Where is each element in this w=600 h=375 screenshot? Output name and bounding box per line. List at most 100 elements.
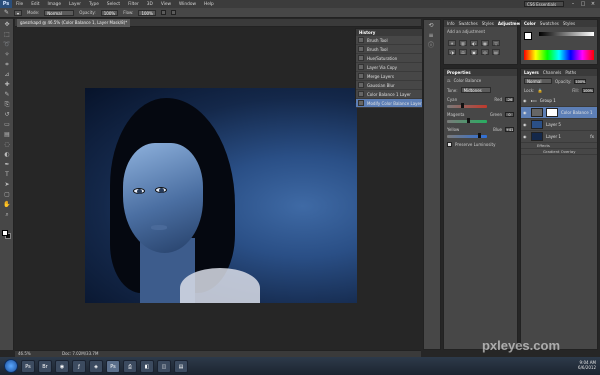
menu-select[interactable]: Select — [103, 2, 124, 7]
taskbar-app-button[interactable]: ⎙ — [123, 359, 137, 373]
history-item[interactable]: Merge Layers — [356, 72, 422, 81]
blur-tool-icon[interactable]: ◌ — [2, 140, 12, 149]
airbrush-toggle[interactable] — [160, 10, 166, 15]
start-button[interactable] — [4, 359, 18, 373]
tab-channels[interactable]: Channels — [543, 69, 562, 76]
history-item[interactable]: Brush Tool — [356, 36, 422, 45]
tab-styles[interactable]: Styles — [482, 20, 494, 27]
taskbar-clock[interactable]: 9:04 AM 6/6/2012 — [578, 360, 596, 370]
menu-filter[interactable]: Filter — [124, 2, 143, 7]
maximize-icon[interactable]: □ — [578, 1, 588, 7]
taskbar-app-button[interactable]: ◧ — [140, 359, 154, 373]
layer-opacity-field[interactable]: 100% — [574, 78, 587, 84]
type-tool-icon[interactable]: T — [2, 170, 12, 179]
gradient-overlay-row[interactable]: Gradient Overlay — [521, 149, 597, 155]
menu-edit[interactable]: Edit — [27, 2, 43, 7]
layer-mask-thumb[interactable] — [546, 108, 558, 117]
brightness-icon[interactable]: ☀ — [448, 40, 456, 46]
photo-filter-icon[interactable]: ◎ — [481, 49, 489, 55]
history-item[interactable]: Hue/Saturation — [356, 54, 422, 63]
slider-thumb[interactable] — [467, 118, 470, 123]
move-tool-icon[interactable]: ✥ — [2, 20, 12, 29]
lock-icon[interactable]: 🔒 — [537, 88, 542, 93]
dodge-tool-icon[interactable]: ◐ — [2, 150, 12, 159]
foreground-color-swatch[interactable] — [2, 230, 8, 236]
lasso-tool-icon[interactable]: ➰ — [2, 40, 12, 49]
crop-tool-icon[interactable]: ⌗ — [2, 60, 12, 69]
magenta-green-slider[interactable] — [447, 118, 487, 123]
taskbar-app-button[interactable]: ◈ — [89, 359, 103, 373]
brush-tool-icon[interactable]: ✎ — [4, 9, 9, 16]
vibrance-icon[interactable]: ▽ — [492, 40, 500, 46]
tone-select[interactable]: Midtones — [460, 87, 491, 93]
healing-tool-icon[interactable]: ✚ — [2, 80, 12, 89]
visibility-eye-icon[interactable]: ◉ — [523, 110, 528, 115]
tab-swatches[interactable]: Swatches — [459, 20, 478, 27]
brush-size-picker[interactable]: ▾ — [14, 9, 23, 16]
taskbar-photoshop-button[interactable]: Ps — [21, 359, 35, 373]
yellow-blue-slider[interactable] — [447, 133, 487, 138]
hand-tool-icon[interactable]: ✋ — [2, 200, 12, 209]
eyedropper-tool-icon[interactable]: ⊿ — [2, 70, 12, 79]
fill-field[interactable]: 100% — [582, 88, 594, 93]
color-ramp-gray[interactable] — [539, 32, 594, 36]
document-tab[interactable]: gaezrkapd @ 46.5% (Color Balance 1, Laye… — [17, 19, 131, 27]
black-white-icon[interactable]: ▣ — [470, 49, 478, 55]
menu-view[interactable]: View — [157, 2, 175, 7]
levels-icon[interactable]: ▥ — [459, 40, 467, 46]
menu-layer[interactable]: Layer — [65, 2, 85, 7]
history-item[interactable]: Color Balance 1 Layer — [356, 90, 422, 99]
shape-tool-icon[interactable]: ▢ — [2, 190, 12, 199]
tab-info[interactable]: Info — [447, 20, 455, 27]
brush-tool-icon[interactable]: ✎ — [2, 90, 12, 99]
taskbar-app-button[interactable]: ◫ — [157, 359, 171, 373]
tab-layers[interactable]: Layers — [524, 69, 539, 76]
tab-styles[interactable]: Styles — [563, 20, 575, 27]
slider-value-field[interactable]: +41 — [505, 127, 514, 132]
fx-icon[interactable]: fx — [590, 134, 594, 139]
marquee-tool-icon[interactable]: ⬚ — [2, 30, 12, 39]
tab-color[interactable]: Color — [524, 20, 536, 27]
minimize-icon[interactable]: – — [568, 1, 578, 7]
tab-properties[interactable]: Properties — [447, 69, 471, 76]
properties-panel-icon[interactable]: ≡ — [426, 31, 436, 40]
pressure-toggle[interactable] — [170, 10, 176, 15]
document-image[interactable] — [85, 88, 357, 303]
mode-select[interactable]: Normal — [44, 9, 75, 16]
color-balance-icon[interactable]: ⚖ — [459, 49, 467, 55]
preserve-luminosity-checkbox[interactable] — [447, 142, 452, 147]
canvas-area[interactable]: History Brush Tool Brush Tool Hue/Satura… — [15, 28, 423, 350]
cyan-red-slider[interactable] — [447, 103, 487, 108]
workspace-switcher[interactable]: CS6 Essentials — [524, 1, 564, 7]
pen-tool-icon[interactable]: ✒ — [2, 160, 12, 169]
taskbar-firefox-button[interactable]: ƒ — [72, 359, 86, 373]
clone-stamp-tool-icon[interactable]: ⎘ — [2, 100, 12, 109]
info-panel-icon[interactable]: ⓘ — [426, 41, 436, 50]
layer-row-group[interactable]: ◉ ▸▭ Group 1 — [521, 95, 597, 107]
taskbar-photoshop-active-button[interactable]: Ps — [106, 359, 120, 373]
zoom-readout[interactable]: 46.5% — [18, 351, 31, 356]
layer-row-image[interactable]: ◉ Layer 1 fx — [521, 131, 597, 143]
slider-value-field[interactable]: 0 — [505, 112, 514, 117]
close-icon[interactable]: × — [588, 1, 598, 7]
history-panel-icon[interactable]: ⟲ — [426, 21, 436, 30]
history-item[interactable]: Brush Tool — [356, 45, 422, 54]
menu-window[interactable]: Window — [175, 2, 200, 7]
history-tab[interactable]: History — [359, 29, 375, 36]
slider-thumb[interactable] — [478, 133, 482, 138]
channel-mixer-icon[interactable]: ▤ — [492, 49, 500, 55]
color-spectrum-ramp[interactable] — [524, 50, 594, 60]
menu-help[interactable]: Help — [200, 2, 218, 7]
tab-paths[interactable]: Paths — [565, 69, 576, 76]
menu-image[interactable]: Image — [44, 2, 65, 7]
slider-value-field[interactable]: -26 — [505, 97, 514, 102]
layer-row-adjustment[interactable]: ◉ Color Balance 1 — [521, 107, 597, 119]
history-item-selected[interactable]: Modify Color Balance Layer — [356, 99, 422, 108]
quick-select-tool-icon[interactable]: ✧ — [2, 50, 12, 59]
blend-mode-select[interactable]: Normal — [524, 78, 552, 84]
taskbar-app-button[interactable]: ▤ — [174, 359, 188, 373]
history-item[interactable]: Gaussian Blur — [356, 81, 422, 90]
menu-3d[interactable]: 3D — [143, 2, 157, 7]
taskbar-bridge-button[interactable]: Br — [38, 359, 52, 373]
taskbar-chrome-button[interactable]: ◉ — [55, 359, 69, 373]
